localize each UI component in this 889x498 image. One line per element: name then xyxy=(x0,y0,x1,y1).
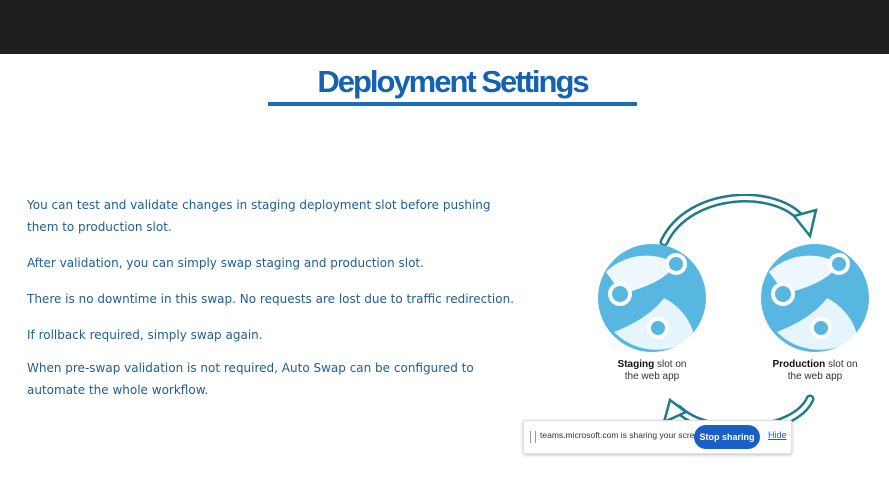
staging-webapp-icon xyxy=(598,244,706,352)
slide-title: Deployment Settings xyxy=(317,64,589,99)
stop-sharing-button[interactable]: Stop sharing xyxy=(694,425,760,449)
slide-title-underline: Deployment Settings xyxy=(268,64,637,106)
paragraph-5: When pre-swap validation is not required… xyxy=(27,361,474,397)
staging-slot-label: Staging slot on the web app xyxy=(617,359,687,382)
top-black-bar xyxy=(0,0,889,54)
drag-handle-icon[interactable] xyxy=(530,431,536,443)
screen-sharing-bar: teams.microsoft.com is sharing your scre… xyxy=(523,420,792,454)
paragraph-2: After validation, you can simply swap st… xyxy=(27,256,424,270)
hide-link[interactable]: Hide xyxy=(768,430,787,440)
paragraph-4: If rollback required, simply swap again. xyxy=(27,328,263,342)
sharing-message: teams.microsoft.com is sharing your scre… xyxy=(540,430,707,440)
paragraph-1: You can test and validate changes in sta… xyxy=(27,198,491,234)
production-slot-label: Production slot on the web app xyxy=(772,359,858,382)
production-webapp-icon xyxy=(761,244,869,352)
paragraph-3: There is no downtime in this swap. No re… xyxy=(27,292,515,306)
